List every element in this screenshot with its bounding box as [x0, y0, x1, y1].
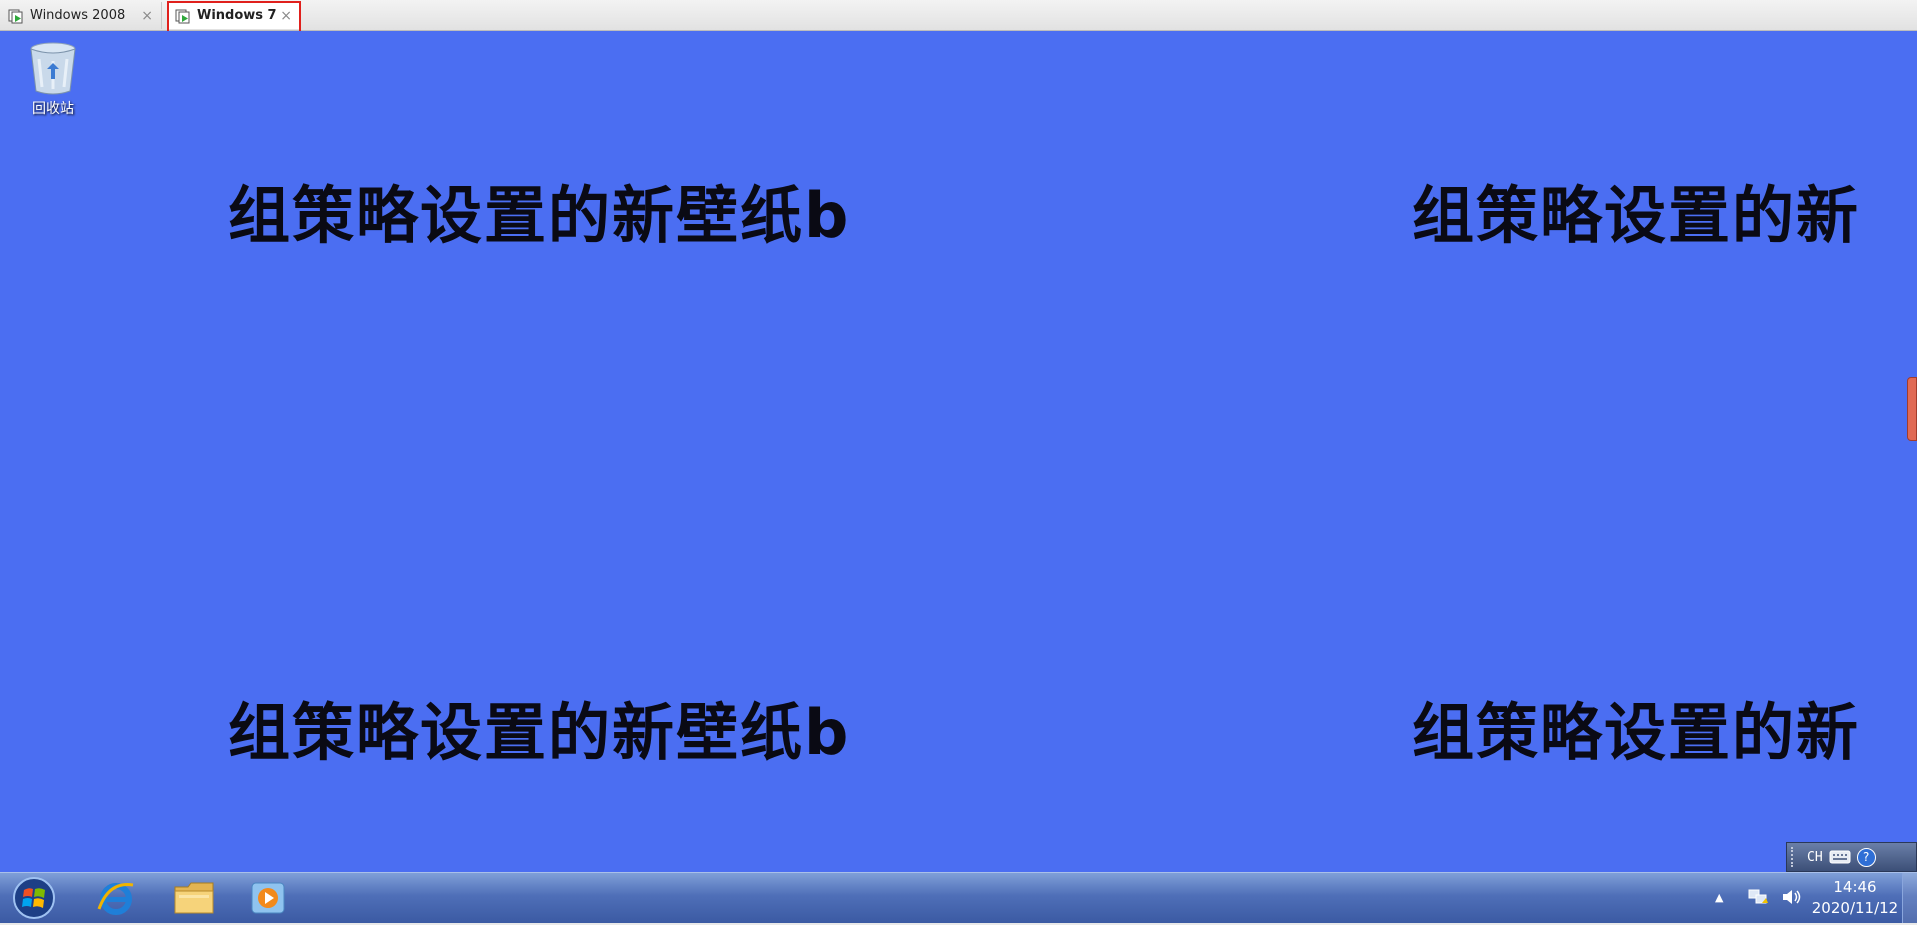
tab-label: Windows 7	[197, 8, 277, 23]
tab-label: Windows 2008	[30, 8, 126, 23]
wallpaper-text: 组策略设置的新壁纸b	[228, 696, 851, 769]
media-player-icon	[251, 882, 285, 914]
taskbar-media-player[interactable]	[240, 877, 296, 919]
taskbar-internet-explorer[interactable]	[88, 877, 144, 919]
recycle-bin-shortcut[interactable]: 回收站	[14, 39, 92, 118]
vm-icon	[8, 9, 23, 23]
tab-windows-7[interactable]: Windows 7 ×	[167, 2, 301, 29]
start-button[interactable]	[10, 875, 58, 921]
clock-time: 14:46	[1833, 878, 1877, 896]
vm-icon	[175, 9, 190, 23]
internet-explorer-icon	[97, 883, 134, 915]
wallpaper-text: 组策略设置的新	[1412, 179, 1861, 252]
language-bar[interactable]: CH ?	[1786, 842, 1917, 872]
grip-handle[interactable]	[1791, 847, 1801, 867]
recycle-bin-label: 回收站	[32, 101, 74, 117]
desktop[interactable]: 回收站 组策略设置的新壁纸b 组策略设置的新 组策略设置的新壁纸b 组策略设置的…	[0, 31, 1917, 872]
volume-icon[interactable]	[1781, 887, 1803, 907]
close-icon[interactable]: ×	[141, 8, 153, 24]
help-icon[interactable]: ?	[1856, 847, 1876, 867]
wallpaper-text: 组策略设置的新壁纸b	[228, 179, 851, 252]
clock[interactable]: 14:46 2020/11/12	[1807, 877, 1903, 919]
taskbar-explorer[interactable]	[166, 877, 222, 919]
clock-date: 2020/11/12	[1811, 899, 1899, 917]
explorer-folder-icon	[174, 882, 214, 914]
recycle-bin-icon	[30, 42, 76, 95]
tab-windows-2008[interactable]: Windows 2008 ×	[0, 2, 162, 29]
start-orb-icon	[13, 877, 55, 919]
taskbar: ▲ 14:46 2020/11/12	[0, 872, 1917, 923]
show-hidden-icons-arrow[interactable]: ▲	[1715, 891, 1723, 904]
vm-tab-bar: Windows 2008 × Windows 7 ×	[0, 0, 1917, 31]
show-desktop-button[interactable]	[1902, 873, 1917, 923]
scroll-handle[interactable]	[1907, 377, 1917, 441]
system-tray: ▲ 14:46 2020/11/12	[1667, 873, 1917, 923]
close-icon[interactable]: ×	[280, 8, 292, 24]
language-indicator[interactable]: CH	[1807, 850, 1823, 865]
wallpaper-text: 组策略设置的新	[1412, 696, 1861, 769]
network-icon[interactable]	[1747, 887, 1769, 907]
keyboard-icon[interactable]	[1829, 850, 1851, 864]
